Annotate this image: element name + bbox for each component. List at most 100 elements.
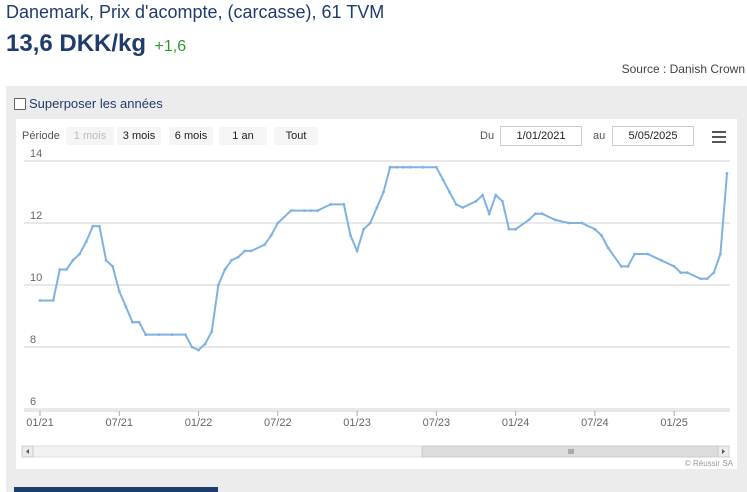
data-point	[527, 218, 531, 222]
data-point	[131, 320, 134, 324]
data-point	[124, 305, 128, 309]
data-point	[236, 255, 240, 259]
period-1-year-button[interactable]: 1 an	[219, 127, 267, 145]
overlay-label: Superposer les années	[29, 96, 163, 111]
period-6-months-button[interactable]: 6 mois	[169, 127, 213, 145]
chart-panel: Superposer les années 6 8 10 12 14 01/21 07/21…	[6, 86, 747, 492]
date-to-input[interactable]: 5/05/2025	[612, 126, 694, 146]
data-point	[481, 193, 484, 197]
x-tick-label: 01/21	[26, 417, 54, 429]
data-point	[659, 258, 663, 262]
data-point	[540, 212, 544, 216]
x-tick-label: 07/23	[423, 417, 451, 429]
data-point	[249, 249, 253, 253]
data-point	[203, 342, 207, 346]
date-from-label: Du	[480, 130, 495, 142]
price-display: 13,6 DKK/kg +1,6	[6, 30, 186, 58]
data-point	[441, 178, 445, 181]
data-point	[705, 277, 709, 281]
data-point	[725, 172, 729, 175]
data-point	[718, 252, 722, 256]
overlay-years-toggle[interactable]: Superposer les années	[14, 96, 163, 111]
y-tick-label: 14	[30, 148, 42, 160]
data-point	[401, 165, 405, 169]
data-point	[679, 271, 683, 274]
data-point	[362, 227, 366, 231]
data-point	[117, 289, 121, 293]
data-point	[388, 165, 392, 169]
x-tick-label: 07/22	[264, 417, 292, 429]
data-point	[606, 246, 610, 250]
data-point	[553, 218, 557, 222]
data-point	[580, 221, 584, 225]
period-3-months-button[interactable]: 3 mois	[117, 127, 161, 145]
current-price: 13,6 DKK/kg	[6, 30, 147, 57]
data-point	[567, 221, 570, 225]
hamburger-menu-icon[interactable]	[712, 131, 726, 143]
data-point	[289, 209, 293, 212]
data-point	[382, 190, 385, 194]
x-tick-label: 01/22	[185, 417, 213, 429]
data-point	[104, 258, 108, 262]
data-point	[408, 165, 412, 169]
data-point	[309, 209, 313, 212]
data-point	[316, 209, 319, 212]
data-point	[223, 268, 227, 271]
data-point	[619, 265, 623, 268]
chart-title: Danemark, Prix d'acompte, (carcasse), 61…	[6, 2, 385, 22]
data-point	[216, 283, 220, 287]
data-point	[137, 320, 141, 324]
data-point	[342, 203, 346, 206]
data-point	[474, 199, 478, 203]
data-point	[111, 265, 115, 268]
data-point	[58, 268, 62, 271]
data-point	[329, 203, 333, 206]
data-point	[269, 234, 273, 237]
y-tick-label: 10	[30, 272, 42, 284]
data-point	[302, 209, 306, 212]
data-point	[593, 227, 597, 231]
data-point	[699, 277, 702, 281]
data-point	[494, 193, 498, 197]
date-from-input[interactable]: 1/01/2021	[500, 126, 582, 146]
data-point	[170, 333, 174, 336]
x-tick-label: 07/24	[581, 417, 609, 429]
x-tick-label: 01/24	[502, 417, 530, 429]
data-point	[51, 299, 55, 302]
data-point	[349, 234, 352, 237]
period-label: Période	[22, 130, 60, 142]
data-point	[501, 199, 504, 203]
data-point	[230, 258, 233, 262]
data-point	[633, 252, 636, 256]
data-point	[38, 299, 42, 302]
data-point	[98, 224, 101, 228]
data-point	[190, 345, 194, 349]
period-all-button[interactable]: Tout	[274, 127, 318, 145]
data-point	[144, 333, 148, 336]
data-point	[368, 221, 372, 225]
data-point	[454, 203, 458, 206]
data-point	[514, 227, 518, 231]
data-point	[712, 271, 716, 274]
credit-label: © Réussir SA	[684, 459, 733, 468]
data-point	[448, 190, 451, 194]
data-point	[71, 258, 75, 262]
x-tick-label: 07/21	[106, 417, 134, 429]
x-tick-label: 01/25	[660, 417, 688, 429]
data-point	[461, 206, 465, 209]
data-point	[210, 330, 214, 333]
data-point	[355, 249, 359, 253]
data-point	[65, 268, 68, 271]
overlay-checkbox[interactable]	[14, 97, 26, 110]
data-point	[421, 165, 425, 169]
price-line	[40, 166, 728, 352]
data-point	[91, 224, 95, 228]
bottom-button[interactable]	[14, 487, 218, 492]
x-tick-label: 01/23	[343, 417, 371, 429]
data-point	[672, 265, 676, 268]
data-point	[243, 249, 247, 253]
chart-container: 6 8 10 12 14 01/21 07/21 01/22 07/22 01/23 07/23 01…	[16, 119, 737, 469]
data-point	[626, 265, 630, 268]
period-1-month-button[interactable]: 1 mois	[66, 127, 114, 145]
data-point	[263, 243, 266, 247]
